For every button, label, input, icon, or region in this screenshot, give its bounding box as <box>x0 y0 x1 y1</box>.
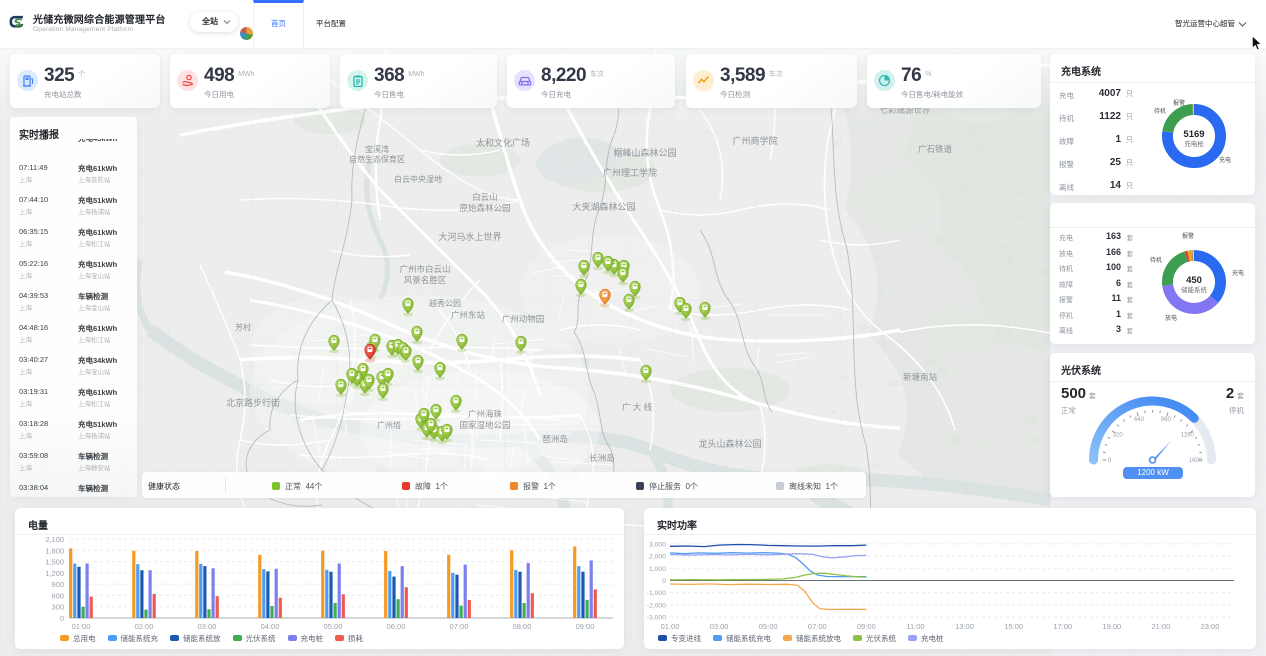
svg-text:08:00: 08:00 <box>513 622 532 631</box>
svg-text:1,000: 1,000 <box>649 566 666 573</box>
svg-text:09:00: 09:00 <box>857 622 876 631</box>
svg-text:17:00: 17:00 <box>1053 622 1072 631</box>
svg-text:报警: 报警 <box>1173 99 1185 107</box>
svg-text:05:00: 05:00 <box>759 622 778 631</box>
svg-text:640: 640 <box>1134 417 1145 423</box>
svg-text:11:00: 11:00 <box>906 622 924 631</box>
svg-text:1600: 1600 <box>1189 458 1203 464</box>
svg-text:03:00: 03:00 <box>710 622 729 631</box>
svg-text:01:00: 01:00 <box>72 622 91 631</box>
svg-text:充电枪: 充电枪 <box>1184 139 1204 148</box>
svg-text:待机: 待机 <box>1150 256 1162 264</box>
svg-text:300: 300 <box>51 603 64 612</box>
svg-text:09:00: 09:00 <box>576 622 595 631</box>
svg-text:1,800: 1,800 <box>45 546 64 555</box>
svg-text:1,200: 1,200 <box>45 569 64 578</box>
svg-text:450: 450 <box>1186 275 1202 286</box>
svg-text:报警: 报警 <box>1182 232 1194 240</box>
svg-text:600: 600 <box>51 591 64 600</box>
svg-text:13:00: 13:00 <box>955 622 974 631</box>
svg-text:900: 900 <box>51 580 64 589</box>
svg-text:-2,000: -2,000 <box>647 602 666 609</box>
svg-text:待机: 待机 <box>1154 107 1166 115</box>
svg-text:320: 320 <box>1113 433 1124 439</box>
svg-text:5169: 5169 <box>1183 129 1204 140</box>
svg-text:05:00: 05:00 <box>324 622 343 631</box>
svg-text:0: 0 <box>662 578 666 585</box>
svg-text:21:00: 21:00 <box>1152 622 1171 631</box>
svg-text:-3,000: -3,000 <box>647 615 666 622</box>
svg-text:0: 0 <box>60 614 64 623</box>
svg-text:2,100: 2,100 <box>45 535 64 544</box>
svg-text:01:00: 01:00 <box>661 622 680 631</box>
svg-text:1280: 1280 <box>1181 433 1195 439</box>
svg-text:03:00: 03:00 <box>198 622 217 631</box>
svg-text:15:00: 15:00 <box>1004 622 1023 631</box>
svg-text:0: 0 <box>1108 458 1112 464</box>
svg-text:放电: 放电 <box>1165 314 1177 322</box>
svg-text:1,500: 1,500 <box>45 558 64 567</box>
svg-text:2,000: 2,000 <box>649 554 666 561</box>
svg-text:06:00: 06:00 <box>387 622 406 631</box>
svg-text:19:00: 19:00 <box>1102 622 1121 631</box>
svg-text:04:00: 04:00 <box>261 622 280 631</box>
svg-text:储能系统: 储能系统 <box>1181 285 1208 294</box>
svg-text:02:00: 02:00 <box>135 622 154 631</box>
svg-text:充电: 充电 <box>1232 269 1244 277</box>
svg-text:960: 960 <box>1161 417 1172 423</box>
svg-text:3,000: 3,000 <box>649 541 666 548</box>
svg-text:23:00: 23:00 <box>1201 622 1220 631</box>
svg-text:-1,000: -1,000 <box>647 590 666 597</box>
svg-text:07:00: 07:00 <box>808 622 827 631</box>
svg-text:07:00: 07:00 <box>450 622 469 631</box>
svg-text:充电: 充电 <box>1219 156 1231 164</box>
